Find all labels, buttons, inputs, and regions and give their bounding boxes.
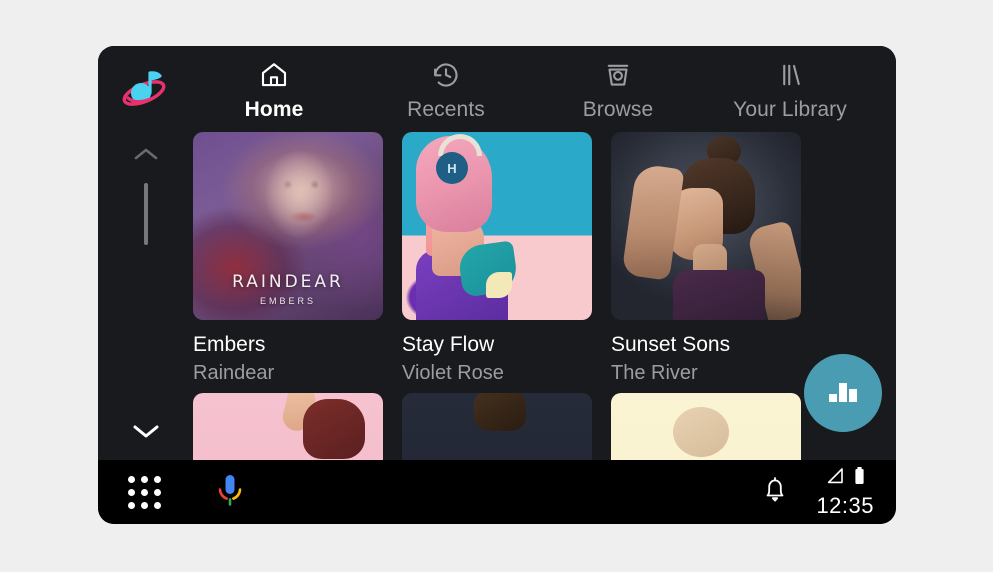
album-art-embers[interactable]: RAINDEAR EMBERS [193, 132, 383, 320]
media-card-stay-flow[interactable]: H Stay Flow Violet Rose [402, 132, 592, 385]
scrollbar-track[interactable] [144, 183, 148, 358]
app-grid-dots [128, 475, 161, 509]
signal-battery-clock: 12:35 [816, 466, 874, 519]
nav-items: Home Recents Browse Your Library [188, 58, 896, 123]
art-shape-cream-accent [486, 272, 512, 298]
music-note-orbit-logo[interactable] [116, 63, 172, 113]
media-card-title: Sunset Sons [611, 333, 731, 356]
album-art-stay-flow[interactable]: H [402, 132, 592, 320]
screen: Home Recents Browse Your Library RAINDEA… [0, 0, 993, 572]
nav-item-your-library[interactable]: Your Library [704, 58, 876, 123]
nav-label-home: Home [244, 98, 304, 121]
clock-label: 12:35 [816, 492, 874, 518]
bell-icon[interactable] [760, 474, 790, 511]
album-art-overlay-text: RAINDEAR EMBERS [193, 272, 383, 306]
album-art-row2-2[interactable] [402, 393, 592, 460]
media-card-title: Embers [193, 333, 266, 356]
album-art-sunset-sons[interactable] [611, 132, 801, 320]
battery-full-icon [853, 466, 866, 491]
art-shape-dress [673, 270, 765, 320]
media-card-artist: Raindear [193, 362, 275, 384]
media-card-sunset-sons[interactable]: Sunset Sons The River [611, 132, 801, 385]
nav-item-recents[interactable]: Recents [360, 58, 532, 123]
system-status-area: 12:35 [760, 466, 874, 519]
album-art-title: RAINDEAR [232, 272, 344, 292]
media-card-artist: The River [611, 362, 698, 384]
nav-label-your-library: Your Library [733, 98, 847, 121]
art-shape-hair [474, 393, 526, 431]
browse-crate-icon [603, 58, 633, 92]
media-card-row2-3[interactable] [611, 393, 801, 460]
content-area: RAINDEAR EMBERS Embers Raindear H Stay F… [98, 132, 896, 460]
album-art-row2-3[interactable] [611, 393, 801, 460]
status-icons [825, 466, 866, 491]
scrollbar-thumb[interactable] [144, 183, 148, 245]
scroll-rail [98, 132, 194, 460]
album-art-subtitle: EMBERS [259, 296, 316, 306]
art-shape-head [673, 407, 729, 457]
history-clock-icon [431, 58, 461, 92]
app-grid-icon[interactable] [128, 475, 161, 509]
chevron-down-icon[interactable] [130, 420, 162, 447]
home-icon [259, 58, 289, 92]
nav-label-browse: Browse [582, 98, 654, 121]
media-card-title: Stay Flow [402, 333, 495, 356]
system-bar: 12:35 [98, 460, 896, 524]
equalizer-bars-icon [826, 376, 860, 411]
media-card-row2-1[interactable] [193, 393, 383, 460]
device-frame: Home Recents Browse Your Library RAINDEA… [98, 46, 896, 524]
media-grid: RAINDEAR EMBERS Embers Raindear H Stay F… [193, 132, 896, 460]
library-books-icon [775, 58, 805, 92]
art-shape-hair [303, 399, 365, 459]
media-card-row2-2[interactable] [402, 393, 592, 460]
nav-item-home[interactable]: Home [188, 58, 360, 123]
art-shape-raised-arm-left [621, 163, 685, 281]
media-card-embers[interactable]: RAINDEAR EMBERS Embers Raindear [193, 132, 383, 385]
chevron-up-icon[interactable] [131, 144, 161, 169]
top-navigation-bar: Home Recents Browse Your Library [98, 46, 896, 132]
google-assistant-mic-icon[interactable] [213, 472, 247, 513]
nav-item-browse[interactable]: Browse [532, 58, 704, 123]
equalizer-fab-button[interactable] [804, 354, 882, 432]
album-art-row2-1[interactable] [193, 393, 383, 460]
signal-triangle-icon [825, 467, 845, 490]
nav-label-recents: Recents [407, 98, 485, 121]
art-shape-headphone-cup: H [436, 152, 468, 184]
media-card-artist: Violet Rose [402, 362, 504, 384]
